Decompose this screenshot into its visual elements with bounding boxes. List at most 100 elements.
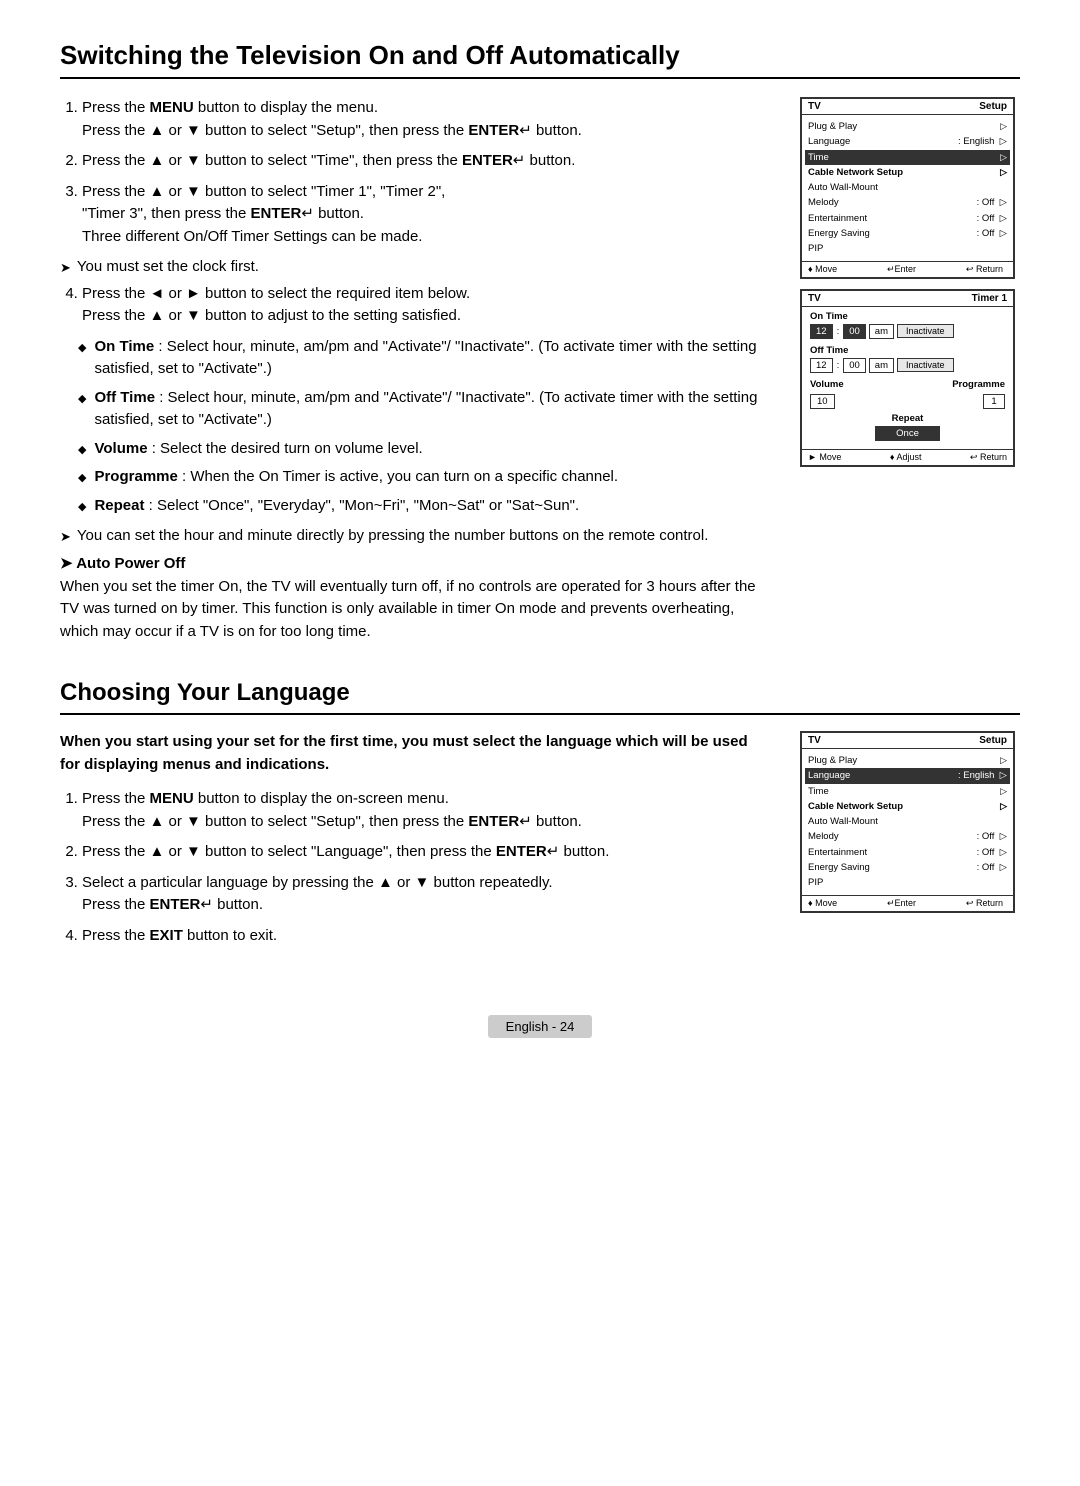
timer-screen: TV Timer 1 On Time 12 : 00 am Inactivate… — [800, 289, 1015, 467]
repeat-label: Repeat — [810, 413, 1005, 424]
step-1: Press the MENU button to display the men… — [82, 97, 770, 142]
tv2-row-pip: PIP — [808, 875, 1007, 890]
on-inactivate-btn[interactable]: Inactivate — [897, 324, 954, 338]
on-min-box[interactable]: 00 — [843, 324, 866, 339]
bullet-off-time-text: Off Time : Select hour, minute, am/pm an… — [94, 387, 770, 432]
timer-title: Timer 1 — [972, 293, 1007, 304]
repeat-val[interactable]: Once — [875, 426, 940, 441]
volume-programme-vals: 10 1 — [810, 394, 1005, 409]
auto-power-text: When you set the timer On, the TV will e… — [60, 576, 770, 644]
tv-row-wall-mount: Auto Wall-Mount — [808, 180, 1007, 195]
arrow-note-2: ➤ You can set the hour and minute direct… — [60, 525, 770, 548]
step-3: Press the ▲ or ▼ button to select "Timer… — [82, 181, 770, 249]
tv-row-energy: Energy Saving : Off ▷ — [808, 226, 1007, 241]
off-time-controls: 12 : 00 am Inactivate — [810, 358, 1005, 373]
section1-steps: Press the MENU button to display the men… — [60, 97, 770, 248]
arrow-note-1: ➤ You must set the clock first. — [60, 256, 770, 279]
arrow-icon-2: ➤ — [60, 527, 71, 547]
timer-footer: ► Move ♦ Adjust ↩ Return — [802, 449, 1013, 465]
diamond-4: ◆ — [78, 470, 86, 487]
volume-label: Volume — [810, 379, 844, 390]
on-time-label: On Time — [810, 311, 1005, 322]
off-ampm-box[interactable]: am — [869, 358, 894, 373]
programme-val-box[interactable]: 1 — [983, 394, 1005, 409]
programme-bold: Programme — [94, 468, 177, 485]
step-4: Press the ◄ or ► button to select the re… — [82, 283, 770, 328]
tv-row-melody: Melody : Off ▷ — [808, 195, 1007, 210]
s2-enter-icon-3: ↵ — [200, 896, 213, 913]
tv-row-plug-play: Plug & Play ▷ — [808, 119, 1007, 134]
repeat-section: Repeat Once — [810, 413, 1005, 445]
bullet-off-time: ◆ Off Time : Select hour, minute, am/pm … — [78, 387, 770, 432]
tv-header-1: TV Setup — [802, 99, 1013, 115]
arrow-icon-3: ➤ — [60, 555, 73, 572]
s2-enter-icon-2: ↵ — [547, 843, 560, 860]
s2-enter-bold-2: ENTER — [496, 843, 547, 860]
bullet-on-time-text: On Time : Select hour, minute, am/pm and… — [94, 336, 770, 381]
tv-label-1: TV — [808, 101, 821, 112]
tv-body-2: Plug & Play ▷ Language : English ▷ Time … — [802, 749, 1013, 895]
section2-title: Choosing Your Language — [60, 679, 1020, 715]
tv-footer-2: ♦ Move ↵Enter ↩ Return — [802, 895, 1013, 911]
tv-setup-label-1: Setup — [979, 101, 1007, 112]
s2-enter-icon-1: ↵ — [519, 813, 532, 830]
tv-row-entertainment: Entertainment : Off ▷ — [808, 211, 1007, 226]
off-min-box[interactable]: 00 — [843, 358, 866, 373]
volume-bold: Volume — [94, 440, 147, 457]
on-time-controls: 12 : 00 am Inactivate — [810, 324, 1005, 339]
tv-body-1: Plug & Play ▷ Language : English ▷ Time … — [802, 115, 1013, 261]
section2-content: When you start using your set for the fi… — [60, 731, 1020, 955]
volume-val-box[interactable]: 10 — [810, 394, 835, 409]
section2-steps: Press the MENU button to display the on-… — [60, 788, 770, 947]
enter-bold-1: ENTER — [468, 122, 519, 139]
section2-right: TV Setup Plug & Play ▷ Language : Englis… — [800, 731, 1020, 923]
timer-body: On Time 12 : 00 am Inactivate Off Time 1… — [802, 307, 1013, 449]
tv-row-pip: PIP — [808, 241, 1007, 256]
s2-enter-bold-1: ENTER — [468, 813, 519, 830]
diamond-5: ◆ — [78, 499, 86, 516]
enter-icon-3: ↵ — [301, 205, 314, 222]
section1-right: TV Setup Plug & Play ▷ Language : Englis… — [800, 97, 1020, 467]
step-2: Press the ▲ or ▼ button to select "Time"… — [82, 150, 770, 173]
arrow-text-1: You must set the clock first. — [77, 256, 259, 279]
footer-badge: English - 24 — [488, 1015, 593, 1038]
tv2-row-language: Language : English ▷ — [805, 768, 1010, 783]
bullet-programme: ◆ Programme : When the On Timer is activ… — [78, 466, 770, 489]
off-time-bold: Off Time — [94, 389, 155, 406]
diamond-1: ◆ — [78, 340, 86, 357]
bullet-on-time: ◆ On Time : Select hour, minute, am/pm a… — [78, 336, 770, 381]
repeat-bold: Repeat — [94, 497, 144, 514]
off-inactivate-btn[interactable]: Inactivate — [897, 358, 954, 372]
tv-footer-1: ♦ Move ↵Enter ↩ Return — [802, 261, 1013, 277]
section2-intro: When you start using your set for the fi… — [60, 731, 770, 776]
tv2-row-time: Time ▷ — [808, 784, 1007, 799]
bullet-list: ◆ On Time : Select hour, minute, am/pm a… — [78, 336, 770, 518]
s2-menu-bold-1: MENU — [150, 790, 194, 807]
page-footer: English - 24 — [60, 1015, 1020, 1038]
programme-label: Programme — [952, 379, 1005, 390]
on-ampm-box[interactable]: am — [869, 324, 894, 339]
s2-step-3: Select a particular language by pressing… — [82, 872, 770, 917]
s2-step-2: Press the ▲ or ▼ button to select "Langu… — [82, 841, 770, 864]
off-time-label: Off Time — [810, 345, 1005, 356]
enter-icon-2: ↵ — [513, 152, 526, 169]
tv-setup-label-2: Setup — [979, 735, 1007, 746]
tv2-row-melody: Melody : Off ▷ — [808, 829, 1007, 844]
section1-title: Switching the Television On and Off Auto… — [60, 40, 1020, 79]
enter-bold-3: ENTER — [251, 205, 302, 222]
tv-row-language: Language : English ▷ — [808, 134, 1007, 149]
bullet-repeat: ◆ Repeat : Select "Once", "Everyday", "M… — [78, 495, 770, 518]
arrow-text-2: You can set the hour and minute directly… — [77, 525, 709, 548]
enter-icon-1: ↵ — [519, 122, 532, 139]
volume-programme-row: Volume Programme — [810, 379, 1005, 390]
off-hour-box[interactable]: 12 — [810, 358, 833, 373]
tv-row-time: Time ▷ — [805, 150, 1010, 165]
section1: Switching the Television On and Off Auto… — [60, 40, 1020, 643]
section1-left: Press the MENU button to display the men… — [60, 97, 770, 643]
timer-tv-label: TV — [808, 293, 821, 304]
section2-left: When you start using your set for the fi… — [60, 731, 770, 955]
s2-step-1: Press the MENU button to display the on-… — [82, 788, 770, 833]
tv2-row-wall-mount: Auto Wall-Mount — [808, 814, 1007, 829]
on-hour-box[interactable]: 12 — [810, 324, 833, 339]
on-time-bold: On Time — [94, 338, 154, 355]
